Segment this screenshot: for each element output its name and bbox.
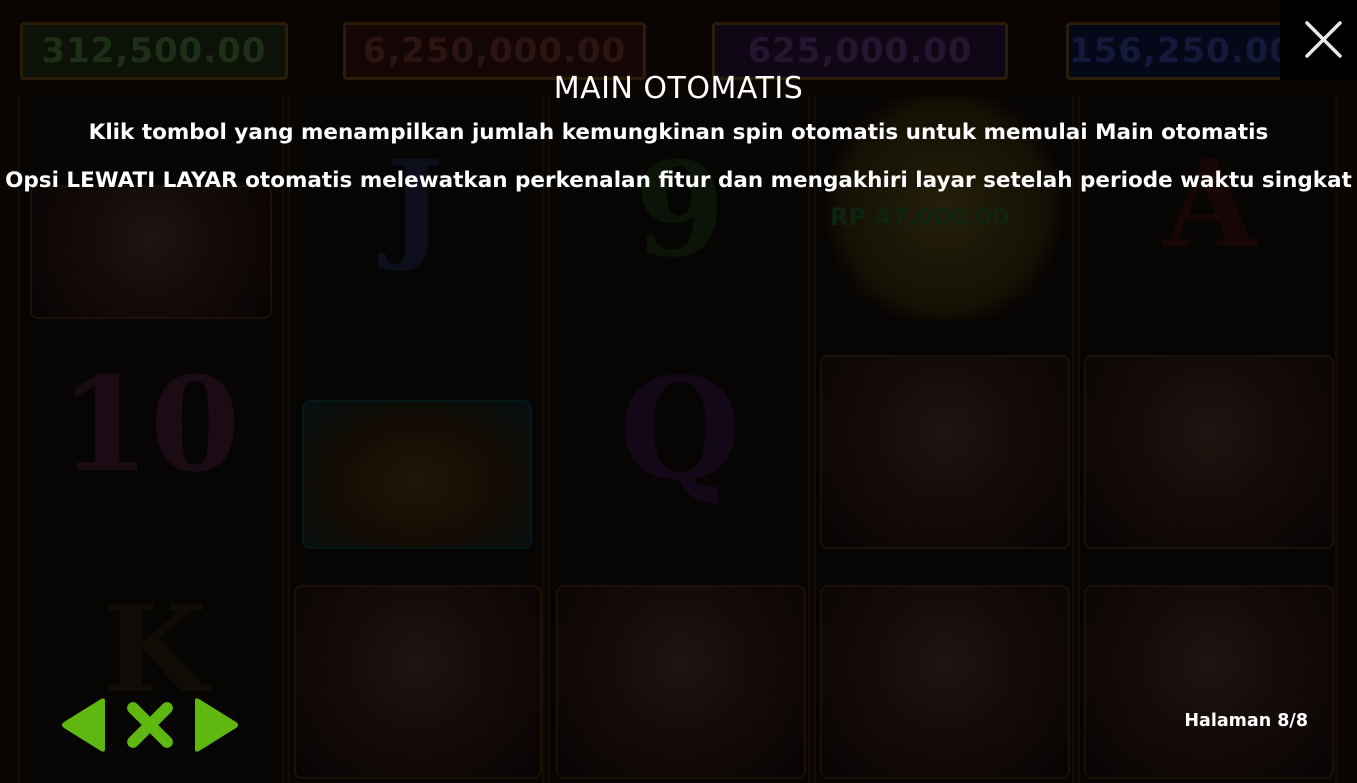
previous-page-button[interactable]: [58, 697, 110, 753]
close-icon: [1305, 21, 1342, 58]
triangle-left-icon: [62, 698, 105, 752]
info-line-2: Opsi LEWATI LAYAR otomatis melewatkan pe…: [5, 168, 1352, 193]
page-navigation: [58, 697, 242, 753]
x-icon: [127, 702, 173, 748]
page-title: MAIN OTOMATIS: [553, 71, 804, 106]
close-button[interactable]: [1280, 0, 1357, 80]
next-page-button[interactable]: [190, 697, 242, 753]
info-overlay: MAIN OTOMATIS Klik tombol yang menampilk…: [0, 0, 1357, 783]
game-screen: 312,500.00 6,250,000.00 625,000.00 156,2…: [0, 0, 1357, 783]
page-indicator: Halaman 8/8: [1184, 711, 1308, 731]
exit-help-button[interactable]: [124, 697, 176, 753]
info-line-1: Klik tombol yang menampilkan jumlah kemu…: [88, 120, 1269, 145]
triangle-right-icon: [195, 698, 238, 752]
